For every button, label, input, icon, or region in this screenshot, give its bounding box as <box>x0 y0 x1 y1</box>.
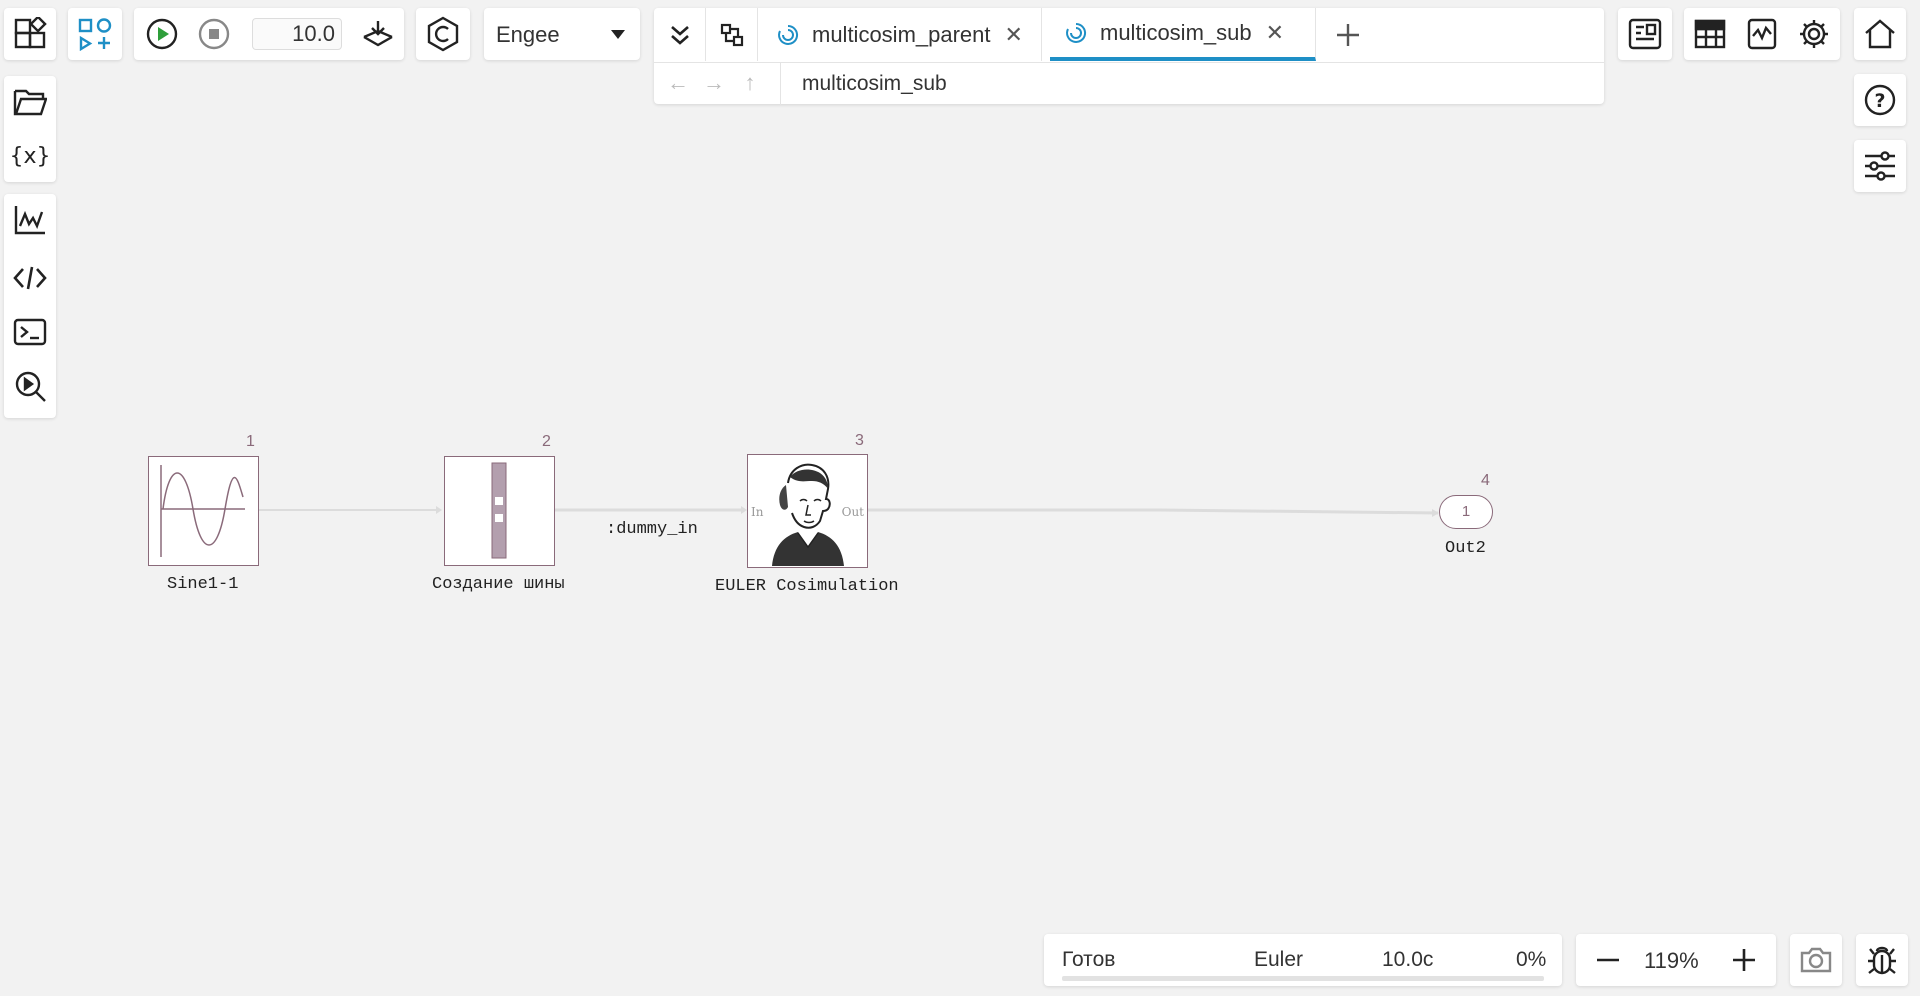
block-number: 3 <box>855 432 864 449</box>
port-out-label: Out <box>841 505 864 519</box>
status-progress: 0% <box>1516 948 1547 971</box>
screenshot-panel <box>1790 934 1842 986</box>
block-label: Sine1-1 <box>167 575 239 594</box>
signal-line <box>868 508 1439 515</box>
sine-wave-block[interactable] <box>148 456 259 566</box>
euler-cosimulation-block[interactable]: In Out <box>747 454 868 568</box>
bug-icon[interactable] <box>1856 934 1908 986</box>
port-in-label: In <box>751 505 764 519</box>
block-label: Out2 <box>1445 539 1486 558</box>
signal-label[interactable]: :dummy_in <box>606 520 698 539</box>
progress-bar <box>1062 976 1544 981</box>
status-state: Готов <box>1062 948 1116 971</box>
bus-creator-block[interactable] <box>444 456 555 566</box>
outport-block[interactable]: 1 <box>1439 495 1493 529</box>
zoom-out-icon[interactable] <box>1584 934 1632 986</box>
bus-icon <box>491 462 507 559</box>
block-number: 4 <box>1481 472 1490 489</box>
outport-number: 1 <box>1461 503 1471 520</box>
diagram-connections <box>258 506 1439 517</box>
camera-icon[interactable] <box>1790 934 1842 986</box>
block-number: 2 <box>542 433 551 450</box>
zoom-level: 119% <box>1644 948 1699 973</box>
block-label: Создание шины <box>432 575 565 594</box>
status-solver: Euler <box>1254 948 1304 971</box>
zoom-in-icon[interactable] <box>1720 934 1768 986</box>
block-label: EULER Cosimulation <box>715 577 899 596</box>
status-bar: Готов Euler 10.0c 0% <box>1044 934 1562 986</box>
block-number: 1 <box>246 433 255 450</box>
debug-panel <box>1856 934 1908 986</box>
zoom-controls: 119% <box>1576 934 1776 986</box>
status-time: 10.0c <box>1382 948 1434 971</box>
sine-wave-icon <box>160 465 245 557</box>
